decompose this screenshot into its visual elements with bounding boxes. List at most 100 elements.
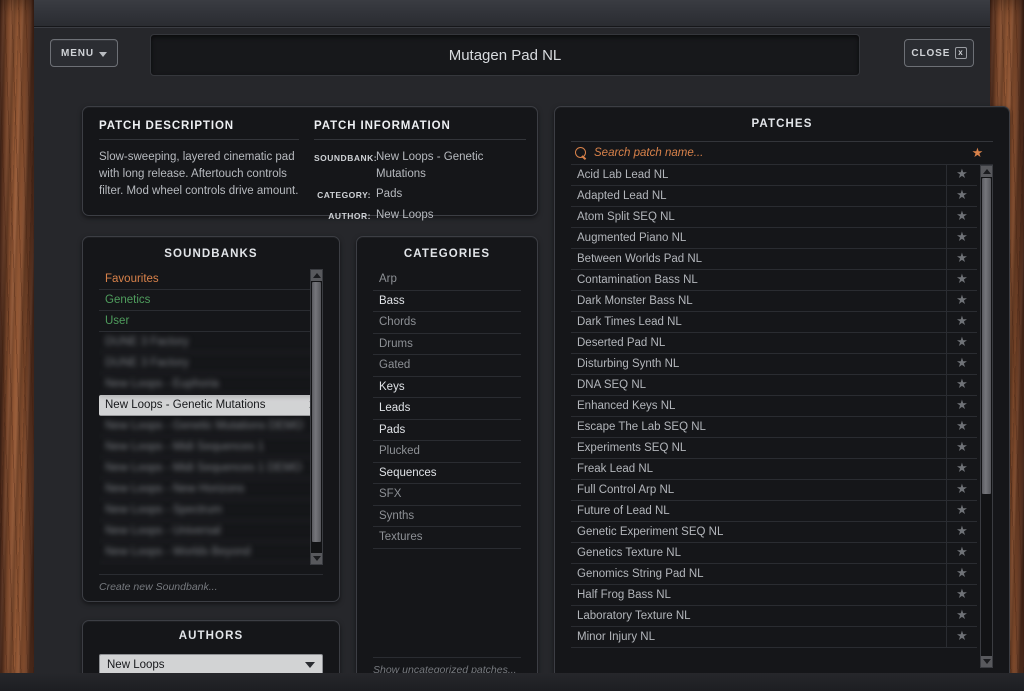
category-item[interactable]: Gated xyxy=(373,355,521,377)
soundbank-item[interactable]: User xyxy=(99,311,323,332)
favourite-toggle[interactable]: ★ xyxy=(946,585,977,606)
search-input[interactable]: Search patch name... xyxy=(594,147,962,159)
patch-row[interactable]: Between Worlds Pad NL★ xyxy=(571,249,977,270)
soundbank-item[interactable]: Genetics xyxy=(99,290,323,311)
create-soundbank-link[interactable]: Create new Soundbank... xyxy=(99,574,323,593)
patch-row[interactable]: Adapted Lead NL★ xyxy=(571,186,977,207)
favourite-toggle[interactable]: ★ xyxy=(946,270,977,291)
favourite-toggle[interactable]: ★ xyxy=(946,564,977,585)
patch-row[interactable]: Augmented Piano NL★ xyxy=(571,228,977,249)
favourite-toggle[interactable]: ★ xyxy=(946,165,977,186)
patch-row[interactable]: Contamination Bass NL★ xyxy=(571,270,977,291)
patch-row[interactable]: Dark Monster Bass NL★ xyxy=(571,291,977,312)
patch-row[interactable]: DNA SEQ NL★ xyxy=(571,375,977,396)
category-item[interactable]: Keys xyxy=(373,377,521,399)
star-icon: ★ xyxy=(956,481,968,496)
patches-list[interactable]: Acid Lab Lead NL★Adapted Lead NL★Atom Sp… xyxy=(571,165,977,668)
patch-title-field[interactable]: Mutagen Pad NL xyxy=(150,34,860,76)
soundbank-item[interactable]: New Loops - Genetic Mutations DEMO xyxy=(99,416,323,437)
star-icon: ★ xyxy=(956,166,968,181)
soundbank-item[interactable]: New Loops - Spectrum xyxy=(99,500,323,521)
patch-row[interactable]: Full Control Arp NL ★ xyxy=(571,480,977,501)
scrollbar-thumb[interactable] xyxy=(312,282,321,542)
patch-row[interactable]: Laboratory Texture NL★ xyxy=(571,606,977,627)
favourite-toggle[interactable]: ★ xyxy=(946,207,977,228)
category-item[interactable]: Leads xyxy=(373,398,521,420)
patch-row[interactable]: Escape The Lab SEQ NL★ xyxy=(571,417,977,438)
soundbank-item[interactable]: New Loops - Midi Sequences 1 DEMO xyxy=(99,458,323,479)
favourite-toggle[interactable]: ★ xyxy=(946,333,977,354)
favourite-toggle[interactable]: ★ xyxy=(946,312,977,333)
favourite-toggle[interactable]: ★ xyxy=(946,249,977,270)
category-item[interactable]: Drums xyxy=(373,334,521,356)
patch-row[interactable]: Experiments SEQ NL★ xyxy=(571,438,977,459)
soundbank-item[interactable]: New Loops - Universal xyxy=(99,521,323,542)
star-icon: ★ xyxy=(956,355,968,370)
star-icon: ★ xyxy=(956,229,968,244)
patch-row[interactable]: Genomics String Pad NL★ xyxy=(571,564,977,585)
favourite-toggle[interactable]: ★ xyxy=(946,228,977,249)
favourite-toggle[interactable]: ★ xyxy=(946,543,977,564)
category-item[interactable]: Synths xyxy=(373,506,521,528)
menu-button[interactable]: MENU xyxy=(50,39,118,67)
scrollbar-thumb[interactable] xyxy=(982,178,991,494)
soundbank-item[interactable]: New Loops - Worlds Beyond xyxy=(99,542,323,563)
soundbank-item[interactable]: New Loops - New Horizons xyxy=(99,479,323,500)
favourite-toggle[interactable]: ★ xyxy=(946,501,977,522)
soundbank-item[interactable]: Favourites xyxy=(99,269,323,290)
favourite-toggle[interactable]: ★ xyxy=(946,354,977,375)
favourite-toggle[interactable]: ★ xyxy=(946,459,977,480)
favourite-toggle[interactable]: ★ xyxy=(946,186,977,207)
patches-scrollbar[interactable] xyxy=(980,165,993,668)
category-item[interactable]: Sequences xyxy=(373,463,521,485)
patch-row[interactable]: Minor Injury NL★ xyxy=(571,627,977,648)
patch-row[interactable]: Freak Lead NL★ xyxy=(571,459,977,480)
patch-row[interactable]: Acid Lab Lead NL★ xyxy=(571,165,977,186)
soundbanks-panel: SOUNDBANKS FavouritesGeneticsUserDUNE 3 … xyxy=(82,236,340,602)
favourite-toggle[interactable]: ★ xyxy=(946,396,977,417)
soundbank-item[interactable]: DUNE 3 Factory xyxy=(99,332,323,353)
favourite-toggle[interactable]: ★ xyxy=(946,606,977,627)
favourites-filter-toggle[interactable]: ★ xyxy=(962,144,993,162)
patch-row[interactable]: Half Frog Bass NL★ xyxy=(571,585,977,606)
close-button[interactable]: CLOSE x xyxy=(904,39,974,67)
category-item[interactable]: Chords xyxy=(373,312,521,334)
favourite-toggle[interactable]: ★ xyxy=(946,291,977,312)
category-item[interactable]: Arp xyxy=(373,269,521,291)
scroll-down-icon[interactable] xyxy=(311,553,322,564)
favourite-toggle[interactable]: ★ xyxy=(946,438,977,459)
soundbank-item[interactable]: New Loops - Midi Sequences 1 xyxy=(99,437,323,458)
favourite-toggle[interactable]: ★ xyxy=(946,417,977,438)
soundbanks-list[interactable]: FavouritesGeneticsUserDUNE 3 FactoryDUNE… xyxy=(99,269,323,565)
patch-row[interactable]: Atom Split SEQ NL★ xyxy=(571,207,977,228)
patch-description-heading: PATCH DESCRIPTION xyxy=(99,120,299,140)
patch-name: Full Control Arp NL xyxy=(571,484,946,496)
patch-row[interactable]: Genetics Texture NL★ xyxy=(571,543,977,564)
category-item[interactable]: Textures xyxy=(373,527,521,549)
favourite-toggle[interactable]: ★ xyxy=(946,375,977,396)
category-item[interactable]: Pads xyxy=(373,420,521,442)
patch-name: Dark Monster Bass NL xyxy=(571,295,946,307)
soundbanks-scrollbar[interactable] xyxy=(310,269,323,565)
category-item[interactable]: Plucked xyxy=(373,441,521,463)
soundbank-item[interactable]: New Loops - Euphoria xyxy=(99,374,323,395)
patch-row[interactable]: Deserted Pad NL★ xyxy=(571,333,977,354)
category-item[interactable]: Bass xyxy=(373,291,521,313)
favourite-toggle[interactable]: ★ xyxy=(946,627,977,648)
category-item[interactable]: SFX xyxy=(373,484,521,506)
patch-row[interactable]: Future of Lead NL★ xyxy=(571,501,977,522)
categories-list[interactable]: ArpBassChordsDrumsGatedKeysLeadsPadsPluc… xyxy=(373,269,521,549)
patch-row[interactable]: Dark Times Lead NL★ xyxy=(571,312,977,333)
scroll-up-icon[interactable] xyxy=(311,270,322,281)
favourite-toggle[interactable]: ★ xyxy=(946,480,977,501)
scroll-down-icon[interactable] xyxy=(981,656,992,667)
soundbank-item-selected[interactable]: New Loops - Genetic Mutationsx xyxy=(99,395,323,416)
patch-row[interactable]: Genetic Experiment SEQ NL★ xyxy=(571,522,977,543)
star-icon: ★ xyxy=(956,628,968,643)
soundbank-item[interactable]: DUNE 3 Factory xyxy=(99,353,323,374)
patch-row[interactable]: Disturbing Synth NL★ xyxy=(571,354,977,375)
favourite-toggle[interactable]: ★ xyxy=(946,522,977,543)
patch-search-row[interactable]: Search patch name... ★ xyxy=(571,141,993,165)
scroll-up-icon[interactable] xyxy=(981,166,992,177)
patch-row[interactable]: Enhanced Keys NL★ xyxy=(571,396,977,417)
